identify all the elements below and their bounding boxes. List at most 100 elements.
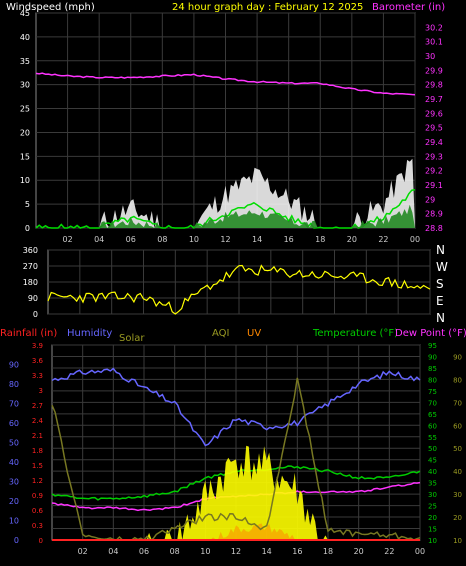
- barometer-tick-label: 29.3: [425, 152, 443, 161]
- data-marks: [35, 72, 431, 541]
- compass-label: N: [436, 311, 445, 325]
- rainfall-tick-label: 2.7: [32, 402, 43, 410]
- aqi-tick-label: 80: [453, 376, 462, 384]
- windspeed-tick-label: 20: [20, 128, 30, 137]
- bottom-x-tick-label: 06: [139, 547, 149, 556]
- legend-aqi: AQI: [212, 328, 230, 339]
- rainfall-tick-label: 3: [39, 387, 43, 395]
- humidity-tick-label: 50: [9, 439, 19, 448]
- temperature-tick-label: 85: [428, 365, 437, 373]
- humidity-tick-label: 90: [9, 361, 19, 370]
- legend-rainfall: Rainfall (in): [0, 328, 57, 339]
- rainfall-tick-label: 3.9: [32, 342, 43, 350]
- humidity-tick-label: 10: [9, 517, 19, 526]
- bottom-x-tick-label: 00: [415, 547, 425, 556]
- direction-tick-label: 360: [23, 246, 38, 255]
- temperature-tick-label: 10: [428, 537, 437, 545]
- weather-graph: 05101520253035404528.828.92929.129.229.3…: [0, 2, 466, 556]
- windspeed-tick-label: 30: [20, 81, 30, 90]
- top-x-tick-label: 20: [347, 235, 357, 244]
- top-x-tick-label: 22: [378, 235, 388, 244]
- aqi-tick-label: 60: [453, 422, 462, 430]
- top-x-tick-label: 02: [62, 235, 72, 244]
- temperature-tick-label: 35: [428, 480, 437, 488]
- compass-label: S: [436, 277, 444, 291]
- windspeed-tick-label: 10: [20, 176, 30, 185]
- barometer-tick-label: 30: [425, 52, 435, 61]
- compass-label: N: [436, 243, 445, 257]
- temperature-tick-label: 80: [428, 376, 437, 384]
- bottom-x-tick-label: 08: [170, 547, 180, 556]
- barometer-tick-label: 29.6: [425, 109, 443, 118]
- rainfall-tick-label: 0.6: [32, 507, 44, 515]
- aqi-tick-label: 90: [453, 353, 462, 361]
- barometer-tick-label: 29.8: [425, 81, 443, 90]
- top-x-tick-label: 04: [94, 235, 104, 244]
- rainfall-tick-label: 1.2: [32, 477, 43, 485]
- barometer-axis-label: Barometer (in): [372, 2, 445, 13]
- rainfall-tick-label: 2.1: [32, 432, 43, 440]
- humidity-tick-label: 80: [9, 380, 19, 389]
- bottom-x-tick-label: 14: [262, 547, 272, 556]
- barometer-tick-label: 28.8: [425, 224, 443, 233]
- barometer-tick-label: 29.7: [425, 95, 443, 104]
- bottom-x-tick-label: 10: [200, 547, 210, 556]
- bottom-x-tick-label: 16: [292, 547, 302, 556]
- rainfall-tick-label: 2.4: [32, 417, 44, 425]
- barometer-tick-label: 30.1: [425, 38, 443, 47]
- barometer-tick-label: 29.5: [425, 124, 443, 133]
- windspeed-tick-label: 25: [20, 105, 30, 114]
- barometer-tick-label: 30.2: [425, 23, 443, 32]
- windspeed-axis-label: Windspeed (mph): [6, 2, 95, 13]
- temperature-tick-label: 40: [428, 468, 437, 476]
- bottom-x-tick-label: 12: [231, 547, 241, 556]
- temperature-tick-label: 55: [428, 434, 437, 442]
- aqi-tick-label: 50: [453, 445, 462, 453]
- barometer-tick-label: 29.2: [425, 167, 443, 176]
- humidity-tick-label: 30: [9, 478, 19, 487]
- top-x-tick-label: 08: [157, 235, 167, 244]
- legend-temperature: Temperature (°F): [312, 328, 398, 339]
- rainfall-tick-label: 1.5: [32, 462, 43, 470]
- humidity-tick-label: 0: [14, 536, 19, 545]
- top-x-tick-label: 00: [410, 235, 420, 244]
- legend-solar: Solar: [119, 333, 145, 344]
- barometer-tick-label: 29.4: [425, 138, 443, 147]
- temperature-tick-label: 75: [428, 388, 437, 396]
- aqi-tick-label: 40: [453, 468, 462, 476]
- top-x-tick-label: 16: [284, 235, 294, 244]
- temperature-tick-label: 15: [428, 526, 437, 534]
- temperature-tick-label: 95: [428, 342, 437, 350]
- direction-tick-label: 0: [33, 310, 38, 319]
- temperature-tick-label: 20: [428, 514, 437, 522]
- barometer-tick-label: 29: [425, 195, 435, 204]
- windspeed-tick-label: 15: [20, 152, 30, 161]
- humidity-tick-label: 60: [9, 419, 19, 428]
- direction-tick-label: 90: [28, 294, 38, 303]
- barometer-tick-label: 29.9: [425, 66, 443, 75]
- rainfall-tick-label: 0.3: [32, 522, 43, 530]
- top-x-tick-label: 10: [189, 235, 199, 244]
- temperature-tick-label: 30: [428, 491, 437, 499]
- uv-area: [52, 523, 420, 540]
- rainfall-tick-label: 3.6: [32, 357, 44, 365]
- direction-tick-label: 270: [23, 262, 38, 271]
- legend-humidity: Humidity: [67, 328, 112, 339]
- humidity-tick-label: 20: [9, 497, 19, 506]
- bottom-x-tick-label: 20: [354, 547, 364, 556]
- aqi-tick-label: 70: [453, 399, 462, 407]
- bottom-x-tick-label: 18: [323, 547, 333, 556]
- bottom-x-tick-label: 22: [384, 547, 394, 556]
- compass-label: W: [436, 260, 448, 274]
- compass-label: E: [436, 294, 444, 308]
- rainfall-tick-label: 3.3: [32, 372, 43, 380]
- rainfall-tick-label: 0.9: [32, 492, 43, 500]
- aqi-tick-label: 20: [453, 514, 462, 522]
- windspeed-tick-label: 0: [25, 224, 30, 233]
- legend-uv: UV: [247, 328, 261, 339]
- humidity-tick-label: 70: [9, 400, 19, 409]
- legend-dewpoint: Dew Point (°F): [395, 328, 466, 339]
- temperature-tick-label: 60: [428, 422, 437, 430]
- barometer-tick-label: 29.1: [425, 181, 443, 190]
- temperature-tick-label: 90: [428, 353, 437, 361]
